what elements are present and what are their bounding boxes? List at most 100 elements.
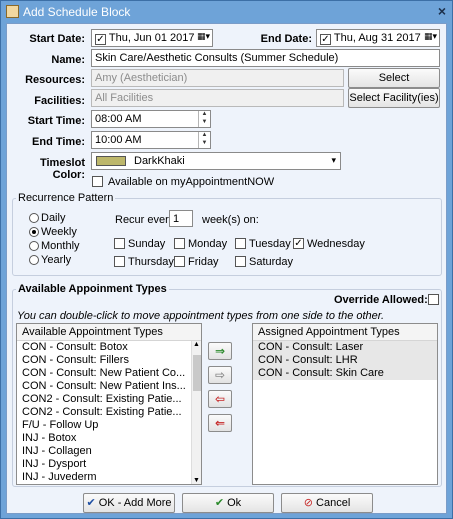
list-item[interactable]: CON - Consult: Skin Care (253, 367, 437, 380)
title-bar[interactable]: Add Schedule Block × (1, 1, 452, 23)
start-date-value: Thu, Jun 01 2017 (108, 32, 195, 44)
appointment-types-legend: Available Appoinment Types (16, 283, 169, 295)
window-title: Add Schedule Block (23, 5, 131, 19)
online-label: Available on myAppointmentNOW (108, 176, 275, 188)
assigned-types-header: Assigned Appointment Types (253, 324, 437, 341)
day-saturday-label: Saturday (249, 256, 294, 268)
assigned-types-list[interactable]: Assigned Appointment Types CON - Consult… (252, 323, 438, 485)
day-sunday-label: Sunday (128, 238, 166, 250)
radio-monthly[interactable] (29, 241, 39, 251)
list-item[interactable]: INJ - Botox (17, 432, 201, 445)
timeslot-color-label: Timeslot Color: (39, 157, 85, 181)
end-time-input[interactable]: 10:00 AM ▲ ▼ (91, 131, 211, 149)
radio-yearly[interactable] (29, 255, 39, 265)
ok-label: Ok (227, 497, 242, 509)
calendar-dropdown-icon[interactable]: ▦▾ (197, 31, 210, 42)
start-date-checkbox[interactable]: ✓ (95, 34, 106, 45)
name-input[interactable]: Skin Care/Aesthetic Consults (Summer Sch… (91, 49, 440, 67)
available-list-scrollbar[interactable]: ▲ ▼ (191, 341, 201, 484)
move-all-right-button[interactable]: ⇒ (208, 342, 232, 360)
list-item[interactable]: CON - Consult: Laser (253, 341, 437, 354)
online-checkbox[interactable] (92, 176, 103, 187)
end-time-label: End Time: (32, 136, 85, 148)
day-friday-checkbox[interactable] (174, 256, 185, 267)
name-label: Name: (51, 54, 85, 66)
day-monday-checkbox[interactable] (174, 238, 185, 249)
start-time-value: 08:00 AM (95, 113, 142, 125)
color-swatch (96, 156, 126, 166)
end-date-checkbox[interactable]: ✓ (320, 34, 331, 45)
checkmark-icon: ✔ (214, 497, 225, 509)
cancel-button[interactable]: ⊘ Cancel (281, 493, 373, 513)
radio-daily[interactable] (29, 213, 39, 223)
start-date-label: Start Date: (29, 33, 85, 45)
recur-unit-label: week(s) on: (202, 214, 259, 226)
timeslot-color-value: DarkKhaki (134, 155, 185, 167)
resources-field: Amy (Aesthetician) (91, 69, 344, 87)
move-left-button[interactable]: ⇦ (208, 390, 232, 408)
day-friday-label: Friday (188, 256, 219, 268)
cancel-icon: ⊘ (303, 497, 313, 509)
start-time-spinner[interactable]: ▲ ▼ (198, 111, 210, 127)
day-monday-label: Monday (188, 238, 228, 250)
select-facilities-button[interactable]: Select Facility(ies) (348, 88, 440, 108)
override-allowed-checkbox[interactable] (428, 294, 439, 305)
resources-label: Resources: (25, 74, 85, 86)
end-time-spinner[interactable]: ▲ ▼ (198, 132, 210, 148)
list-item[interactable]: F/U - Follow Up (17, 419, 201, 432)
close-icon[interactable]: × (438, 3, 446, 19)
list-item[interactable]: INJ - Dysport (17, 458, 201, 471)
recur-interval-input[interactable]: 1 (169, 210, 193, 227)
scroll-down-icon[interactable]: ▼ (193, 477, 200, 484)
end-date-label: End Date: (260, 33, 312, 45)
ok-add-more-label: OK - Add More (98, 497, 172, 509)
facilities-label: Facilities: (34, 95, 85, 107)
ok-button[interactable]: ✔ Ok (182, 493, 274, 513)
end-date-picker[interactable]: ✓ Thu, Aug 31 2017 ▦▾ (316, 29, 440, 47)
end-date-value: Thu, Aug 31 2017 (333, 32, 421, 44)
available-types-header: Available Appointment Types (17, 324, 201, 341)
chevron-down-icon[interactable]: ▾ (331, 155, 336, 166)
list-item[interactable]: CON2 - Consult: Existing Patie... (17, 406, 201, 419)
day-thursday-label: Thursday (128, 256, 174, 268)
timeslot-color-select[interactable]: DarkKhaki ▾ (91, 152, 341, 170)
start-date-picker[interactable]: ✓ Thu, Jun 01 2017 ▦▾ (91, 29, 213, 47)
radio-daily-label: Daily (41, 212, 66, 224)
calendar-dropdown-icon[interactable]: ▦▾ (424, 31, 437, 42)
scroll-up-icon[interactable]: ▲ (193, 341, 200, 348)
start-time-label: Start Time: (27, 115, 85, 127)
facilities-field: All Facilities (91, 89, 344, 107)
day-wednesday-checkbox[interactable]: ✓ (293, 238, 304, 249)
day-sunday-checkbox[interactable] (114, 238, 125, 249)
list-item[interactable]: CON - Consult: Fillers (17, 354, 201, 367)
list-item[interactable]: CON - Consult: New Patient Ins... (17, 380, 201, 393)
radio-weekly[interactable] (29, 227, 39, 237)
day-saturday-checkbox[interactable] (235, 256, 246, 267)
list-item[interactable]: CON - Consult: Botox (17, 341, 201, 354)
select-resources-button[interactable]: Select Resource(s) (348, 68, 440, 102)
move-right-button[interactable]: ⇨ (208, 366, 232, 384)
list-item[interactable]: CON2 - Consult: Existing Patie... (17, 393, 201, 406)
recurrence-legend: Recurrence Pattern (16, 192, 116, 204)
radio-weekly-label: Weekly (41, 226, 77, 238)
start-time-input[interactable]: 08:00 AM ▲ ▼ (91, 110, 211, 128)
list-item[interactable]: CON - Consult: New Patient Co... (17, 367, 201, 380)
app-icon (6, 5, 19, 18)
recur-every-label: Recur every (115, 214, 175, 226)
cancel-label: Cancel (316, 497, 351, 509)
radio-yearly-label: Yearly (41, 254, 72, 266)
radio-monthly-label: Monthly (41, 240, 80, 252)
day-tuesday-checkbox[interactable] (235, 238, 246, 249)
day-thursday-checkbox[interactable] (114, 256, 125, 267)
ok-add-more-button[interactable]: ✔ OK - Add More (83, 493, 175, 513)
double-click-hint: You can double-click to move appointment… (17, 310, 385, 322)
scroll-thumb[interactable] (193, 355, 201, 391)
available-types-list[interactable]: Available Appointment Types CON - Consul… (16, 323, 202, 485)
list-item[interactable]: INJ - Juvederm (17, 471, 201, 484)
list-item[interactable]: CON - Consult: LHR (253, 354, 437, 367)
day-tuesday-label: Tuesday (249, 238, 291, 250)
list-item[interactable]: INJ - Collagen (17, 445, 201, 458)
day-wednesday-label: Wednesday (307, 238, 365, 250)
end-time-value: 10:00 AM (95, 134, 142, 146)
move-all-left-button[interactable]: ⇐ (208, 414, 232, 432)
